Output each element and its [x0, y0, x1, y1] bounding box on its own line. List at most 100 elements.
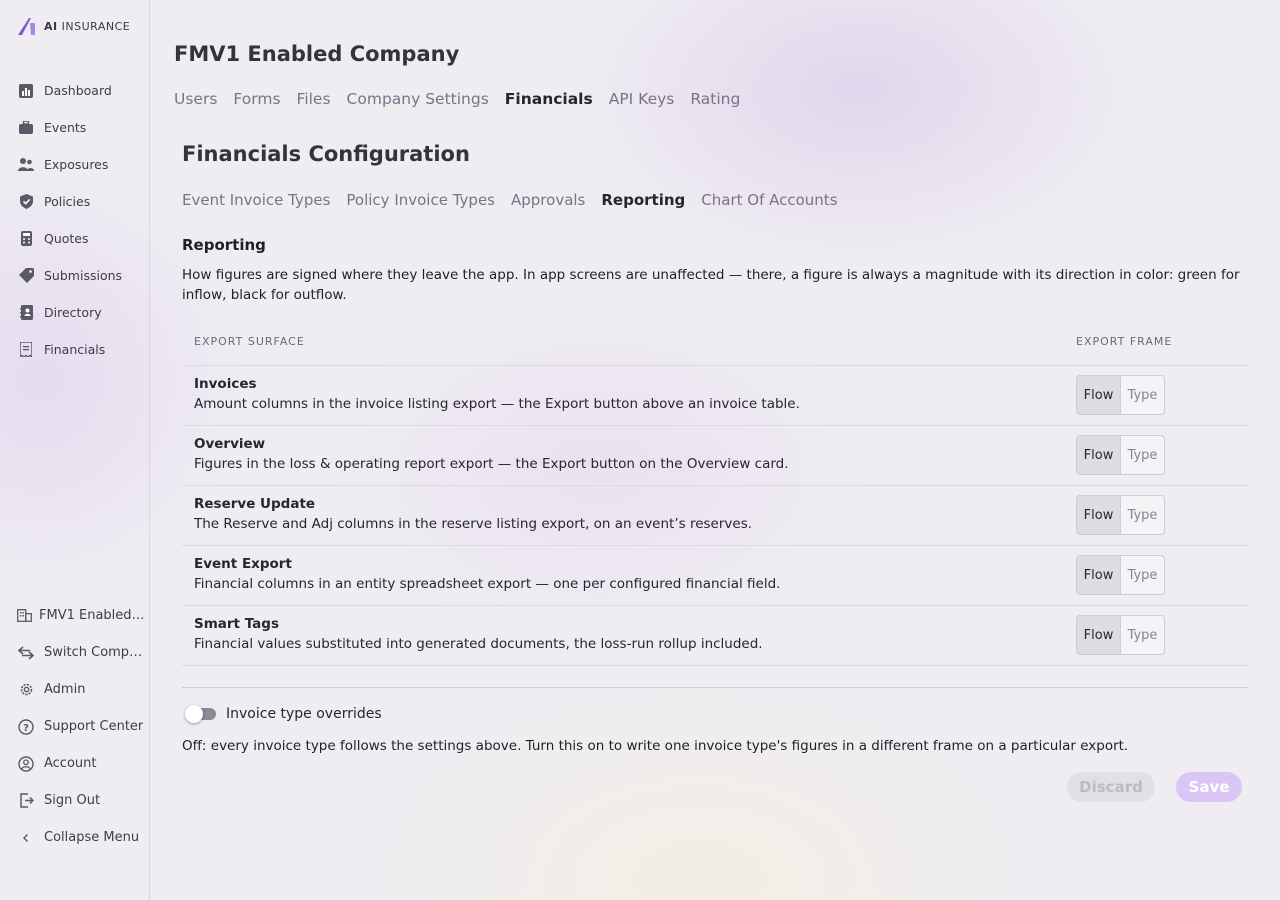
sidebar-item-label: Submissions [44, 268, 123, 283]
table-row: Reserve Update The Reserve and Adj colum… [182, 486, 1248, 546]
frame-option-flow[interactable]: Flow [1077, 496, 1121, 534]
sign-out-icon [18, 793, 34, 809]
frame-toggle: Flow Type [1076, 375, 1165, 415]
switch-company-button[interactable]: Switch Company [0, 634, 150, 671]
admin-label: Admin [44, 682, 86, 697]
surface-description: Amount columns in the invoice listing ex… [194, 396, 800, 412]
sidebar-item-label: Events [44, 120, 87, 135]
account-label: Account [44, 756, 97, 771]
logo-mark-icon [16, 16, 38, 36]
calculator-icon [18, 231, 34, 247]
sidebar-nav: Dashboard Events Exposures Policies Quot… [0, 72, 150, 368]
tab-policy-invoice-types[interactable]: Policy Invoice Types [346, 191, 495, 209]
frame-option-flow[interactable]: Flow [1077, 616, 1121, 654]
surface-name: Event Export [194, 556, 292, 572]
frame-option-flow[interactable]: Flow [1077, 556, 1121, 594]
help-circle-icon: ? [18, 718, 34, 735]
tab-files[interactable]: Files [297, 90, 331, 108]
surface-name: Invoices [194, 376, 257, 392]
sidebar-item-policies[interactable]: Policies [0, 183, 150, 220]
table-header: EXPORT SURFACE EXPORT FRAME [182, 322, 1248, 366]
sidebar-item-label: Dashboard [44, 83, 112, 98]
column-header-frame: EXPORT FRAME [1076, 335, 1173, 348]
surface-name: Overview [194, 436, 266, 452]
frame-option-type[interactable]: Type [1121, 556, 1164, 594]
sidebar: AI INSURANCE Dashboard Events Exposures … [0, 0, 150, 900]
tab-approvals[interactable]: Approvals [511, 191, 585, 209]
sign-out-label: Sign Out [44, 793, 101, 808]
section-title: Financials Configuration [182, 142, 470, 166]
company-tabs: Users Forms Files Company Settings Finan… [174, 90, 740, 108]
sidebar-item-events[interactable]: Events [0, 109, 150, 146]
export-surface-table: EXPORT SURFACE EXPORT FRAME Invoices Amo… [182, 322, 1248, 666]
frame-option-type[interactable]: Type [1121, 616, 1164, 654]
admin-button[interactable]: Admin [0, 671, 150, 708]
sidebar-item-directory[interactable]: Directory [0, 294, 150, 331]
company-name: FMV1 Enabled Company [39, 608, 145, 623]
table-row: Invoices Amount columns in the invoice l… [182, 366, 1248, 426]
account-button[interactable]: Account [0, 745, 150, 782]
sidebar-bottom: FMV1 Enabled Company Switch Company Admi… [0, 597, 150, 856]
sidebar-item-quotes[interactable]: Quotes [0, 220, 150, 257]
brand-logo[interactable]: AI INSURANCE [16, 16, 130, 36]
tab-company-settings[interactable]: Company Settings [347, 90, 489, 108]
tab-rating[interactable]: Rating [690, 90, 740, 108]
tab-users[interactable]: Users [174, 90, 217, 108]
sidebar-item-submissions[interactable]: Submissions [0, 257, 150, 294]
tab-reporting[interactable]: Reporting [601, 191, 685, 209]
frame-toggle: Flow Type [1076, 615, 1165, 655]
frame-option-flow[interactable]: Flow [1077, 436, 1121, 474]
receipt-icon [18, 342, 34, 358]
bar-chart-icon [18, 83, 34, 99]
collapse-menu-button[interactable]: Collapse Menu [0, 819, 150, 856]
logo-text: AI INSURANCE [44, 19, 131, 33]
sidebar-item-dashboard[interactable]: Dashboard [0, 72, 150, 109]
briefcase-icon [18, 120, 34, 136]
page-title: FMV1 Enabled Company [174, 42, 460, 66]
tab-chart-of-accounts[interactable]: Chart Of Accounts [701, 191, 837, 209]
discard-button[interactable]: Discard [1067, 772, 1155, 802]
sidebar-item-financials[interactable]: Financials [0, 331, 150, 368]
svg-text:?: ? [23, 723, 29, 734]
save-button[interactable]: Save [1176, 772, 1242, 802]
support-center-button[interactable]: ? Support Center [0, 708, 150, 745]
sidebar-item-label: Quotes [44, 231, 89, 246]
invoice-type-overrides-toggle[interactable] [185, 705, 216, 723]
frame-option-type[interactable]: Type [1121, 376, 1164, 414]
toggle-knob [185, 705, 203, 723]
surface-description: Figures in the loss & operating report e… [194, 456, 789, 472]
financials-tabs: Event Invoice Types Policy Invoice Types… [182, 191, 838, 209]
table-row: Smart Tags Financial values substituted … [182, 606, 1248, 666]
tab-event-invoice-types[interactable]: Event Invoice Types [182, 191, 330, 209]
reporting-heading: Reporting [182, 236, 266, 254]
invoice-type-overrides-row: Invoice type overrides [185, 705, 382, 723]
collapse-menu-label: Collapse Menu [44, 830, 140, 845]
sidebar-item-label: Directory [44, 305, 102, 320]
table-row: Overview Figures in the loss & operating… [182, 426, 1248, 486]
contact-book-icon [18, 305, 34, 321]
sidebar-item-company[interactable]: FMV1 Enabled Company [0, 597, 150, 634]
section-divider [182, 687, 1248, 688]
surface-description: Financial columns in an entity spreadshe… [194, 576, 781, 592]
tab-financials[interactable]: Financials [505, 90, 593, 108]
table-row: Event Export Financial columns in an ent… [182, 546, 1248, 606]
frame-toggle: Flow Type [1076, 495, 1165, 535]
gear-icon [18, 682, 34, 698]
surface-description: The Reserve and Adj columns in the reser… [194, 516, 753, 532]
sidebar-item-label: Financials [44, 342, 106, 357]
tab-api-keys[interactable]: API Keys [609, 90, 675, 108]
frame-option-type[interactable]: Type [1121, 496, 1164, 534]
people-icon [18, 157, 34, 173]
frame-option-type[interactable]: Type [1121, 436, 1164, 474]
frame-option-flow[interactable]: Flow [1077, 376, 1121, 414]
sidebar-item-exposures[interactable]: Exposures [0, 146, 150, 183]
frame-toggle: Flow Type [1076, 435, 1165, 475]
column-header-surface: EXPORT SURFACE [194, 335, 305, 348]
shield-icon [18, 194, 34, 210]
surface-name: Smart Tags [194, 616, 279, 632]
sign-out-button[interactable]: Sign Out [0, 782, 150, 819]
main-content: FMV1 Enabled Company Users Forms Files C… [150, 0, 1280, 900]
switch-company-label: Switch Company [44, 645, 150, 660]
tab-forms[interactable]: Forms [233, 90, 280, 108]
surface-description: Financial values substituted into genera… [194, 636, 763, 652]
